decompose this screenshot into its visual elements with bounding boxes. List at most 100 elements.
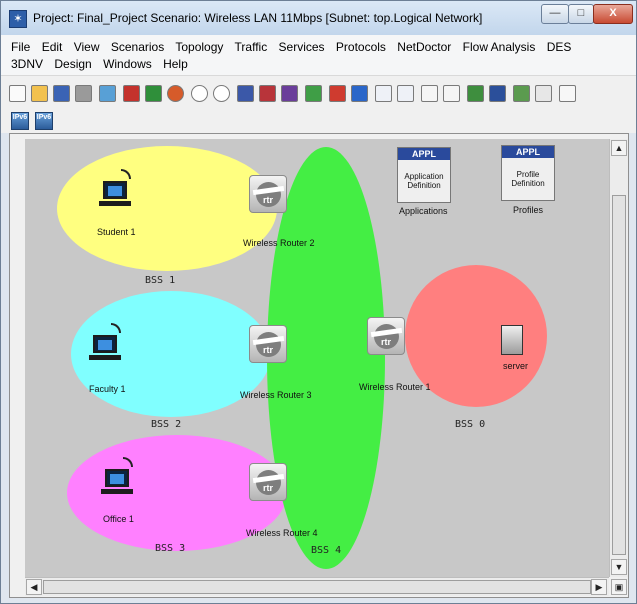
server-label: server (503, 361, 529, 371)
wireless-router-4[interactable]: rtr (249, 463, 287, 501)
open-icon[interactable] (31, 85, 48, 102)
title-bar[interactable]: ✶ Project: Final_Project Scenario: Wirel… (1, 1, 636, 35)
monitor-icon (93, 335, 117, 353)
student-1-label: Student 1 (97, 227, 136, 237)
menu-topology[interactable]: Topology (175, 40, 223, 54)
profile-body: Profile Definition (511, 170, 545, 188)
menu-netdoctor[interactable]: NetDoctor (397, 40, 451, 54)
menu-traffic[interactable]: Traffic (235, 40, 268, 54)
profile-definition-node[interactable]: APPL Profile Definition (501, 145, 555, 201)
record-icon[interactable] (145, 85, 162, 102)
application-definition-node[interactable]: APPL Application Definition (397, 147, 451, 203)
menu-file[interactable]: File (11, 40, 30, 54)
wireless-router-1[interactable]: rtr (367, 317, 405, 355)
keyboard-icon (101, 489, 133, 494)
bss-1-region (57, 146, 277, 271)
scroll-up-button[interactable]: ▲ (611, 140, 627, 156)
flag-icon[interactable] (329, 85, 346, 102)
bss-4-label: BSS 4 (311, 545, 342, 556)
bss-0-label: BSS 0 (455, 419, 486, 430)
pointer-icon[interactable] (421, 85, 438, 102)
menu-windows[interactable]: Windows (103, 57, 152, 71)
app-icon: ✶ (9, 10, 27, 28)
close-button[interactable]: X (593, 4, 633, 24)
stop-icon[interactable] (123, 85, 140, 102)
vertical-scroll-thumb[interactable] (612, 195, 626, 555)
save-icon[interactable] (53, 85, 70, 102)
window-title: Project: Final_Project Scenario: Wireles… (33, 11, 483, 25)
menu-row-2: 3DNV Design Windows Help (11, 57, 196, 71)
ace-icon[interactable] (237, 85, 254, 102)
menu-edit[interactable]: Edit (42, 40, 63, 54)
select-all-icon[interactable] (397, 85, 414, 102)
wireless-signal-icon (111, 323, 121, 333)
bss-2-label: BSS 2 (151, 419, 182, 430)
ers-icon[interactable] (489, 85, 506, 102)
router-icon-label: rtr (262, 483, 273, 493)
zoom-out-icon[interactable] (213, 85, 230, 102)
menu-row-1: File Edit View Scenarios Topology Traffi… (11, 40, 579, 54)
new-icon[interactable] (9, 85, 26, 102)
menu-protocols[interactable]: Protocols (336, 40, 386, 54)
scroll-left-button[interactable]: ◀ (26, 579, 42, 595)
menu-bar: File Edit View Scenarios Topology Traffi… (1, 35, 636, 75)
menu-des[interactable]: DES (547, 40, 572, 54)
statistics-icon[interactable] (305, 85, 322, 102)
horizontal-scrollbar[interactable]: ◀ ▶ (25, 577, 609, 596)
wireless-signal-icon (123, 457, 133, 467)
office-1-workstation[interactable] (99, 457, 139, 499)
application-body: Application Definition (404, 172, 444, 190)
office-1-label: Office 1 (103, 514, 134, 524)
network-canvas[interactable]: BSS 1 BSS 2 BSS 3 BSS 4 BSS 0 rtr Wirele… (25, 139, 609, 577)
application-header: APPL (398, 148, 450, 160)
maximize-button[interactable]: □ (568, 4, 594, 24)
configure-icon[interactable] (99, 85, 116, 102)
ipv6-toolbar: IPv6 IPv6 (1, 109, 636, 133)
minimize-button[interactable]: — (541, 4, 569, 24)
student-1-workstation[interactable] (97, 169, 137, 211)
menu-design[interactable]: Design (54, 57, 91, 71)
menu-flow-analysis[interactable]: Flow Analysis (463, 40, 536, 54)
vertical-scrollbar[interactable]: ▲ ▼ (609, 139, 628, 577)
wireless-signal-icon (121, 169, 131, 179)
topology-icon[interactable] (443, 85, 460, 102)
cfg-icon[interactable] (259, 85, 276, 102)
select-icon[interactable] (375, 85, 392, 102)
ipv6-icon[interactable]: IPv6 (35, 112, 53, 130)
wireless-router-2[interactable]: rtr (249, 175, 287, 213)
keyboard-icon (89, 355, 121, 360)
wireless-router-3-label: Wireless Router 3 (240, 390, 312, 400)
breakpoint-icon[interactable] (167, 85, 184, 102)
server-node[interactable] (501, 325, 523, 355)
print-icon[interactable] (75, 85, 92, 102)
scroll-down-button[interactable]: ▼ (611, 559, 627, 575)
profiles-caption: Profiles (513, 205, 544, 215)
results-icon[interactable] (467, 85, 484, 102)
bss-1-label: BSS 1 (145, 275, 176, 286)
menu-services[interactable]: Services (279, 40, 325, 54)
scroll-right-button[interactable]: ▶ (591, 579, 607, 595)
ipv6-icon[interactable]: IPv6 (11, 112, 29, 130)
menu-help[interactable]: Help (163, 57, 188, 71)
menu-3dnv[interactable]: 3DNV (11, 57, 43, 71)
wireless-router-3[interactable]: rtr (249, 325, 287, 363)
main-toolbar (1, 75, 636, 110)
menu-view[interactable]: View (74, 40, 100, 54)
rack-icon[interactable] (559, 85, 576, 102)
graph-icon[interactable] (535, 85, 552, 102)
faculty-1-workstation[interactable] (87, 323, 127, 365)
report-icon[interactable] (513, 85, 530, 102)
faculty-1-label: Faculty 1 (89, 384, 126, 394)
wireless-router-1-label: Wireless Router 1 (359, 382, 431, 392)
router-icon-label: rtr (262, 345, 273, 355)
monitor-icon (103, 181, 127, 199)
bss-3-label: BSS 3 (155, 543, 186, 554)
zoom-in-icon[interactable] (191, 85, 208, 102)
overview-icon[interactable]: ▣ (611, 579, 627, 595)
wireless-router-2-label: Wireless Router 2 (243, 238, 315, 248)
wireless-router-4-label: Wireless Router 4 (246, 528, 318, 538)
horizontal-scroll-thumb[interactable] (43, 580, 591, 594)
menu-scenarios[interactable]: Scenarios (111, 40, 164, 54)
warning-icon[interactable] (351, 85, 368, 102)
vne-icon[interactable] (281, 85, 298, 102)
